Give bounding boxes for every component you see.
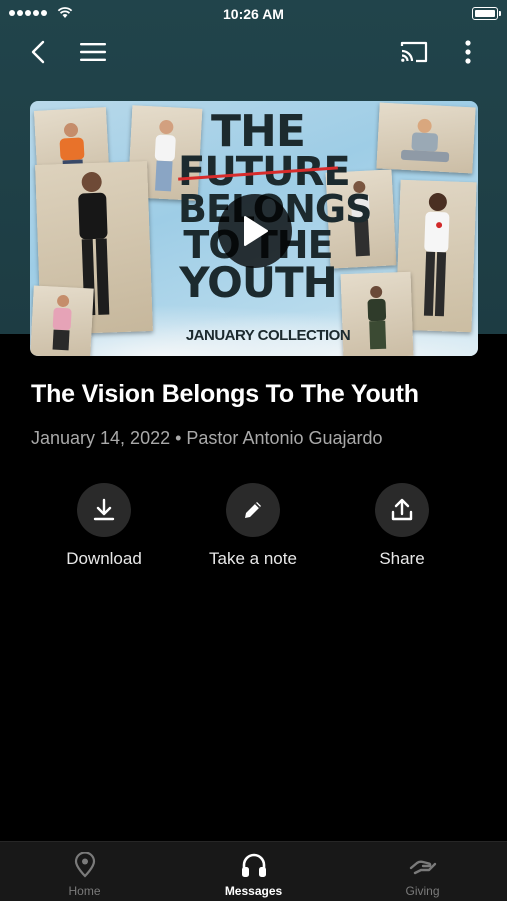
chevron-left-icon [31,40,45,64]
bottom-tab-bar: Home Messages Giving [0,841,507,901]
more-vertical-icon [465,40,471,64]
share-icon-circle [375,483,429,537]
download-label: Download [66,549,142,568]
menu-button[interactable] [75,34,111,70]
giving-hand-icon [409,860,436,875]
artwork-title-line-struck: FUTURE [178,148,351,195]
back-button[interactable] [20,34,56,70]
message-meta: January 14, 2022 • Pastor Antonio Guajar… [31,428,383,448]
artwork-title-line: YOUTH [179,257,338,307]
play-icon [244,216,268,246]
pencil-icon [245,502,261,518]
status-time: 10:26 AM [223,6,284,22]
download-button[interactable]: Download [29,483,179,569]
collage-photo [376,102,476,174]
tab-messages[interactable]: Messages [169,842,338,901]
collage-photo [30,285,94,356]
take-note-label: Take a note [209,549,297,568]
tab-giving[interactable]: Giving [338,842,507,901]
download-icon-circle [77,483,131,537]
share-icon [391,498,413,521]
share-label: Share [379,549,425,568]
play-button[interactable] [218,194,292,268]
take-note-button[interactable]: Take a note [178,483,328,569]
tab-messages-label: Messages [224,884,283,898]
artwork-title-line: THE [211,106,306,157]
status-bar: 10:26 AM [0,0,507,28]
cast-button[interactable] [396,34,432,70]
share-button[interactable]: Share [327,483,477,569]
headphones-icon [241,853,266,877]
download-icon [93,498,115,521]
tab-home-label: Home [68,884,101,898]
hamburger-menu-icon [80,43,106,61]
location-pin-icon [74,852,95,878]
message-title: The Vision Belongs To The Youth [31,380,419,408]
more-options-button[interactable] [450,34,486,70]
cast-icon [400,41,428,63]
tab-home[interactable]: Home [0,842,169,901]
battery-icon [472,7,501,20]
take-note-icon-circle [226,483,280,537]
artwork-subtitle: JANUARY COLLECTION [185,327,351,344]
tab-giving-label: Giving [405,884,440,898]
